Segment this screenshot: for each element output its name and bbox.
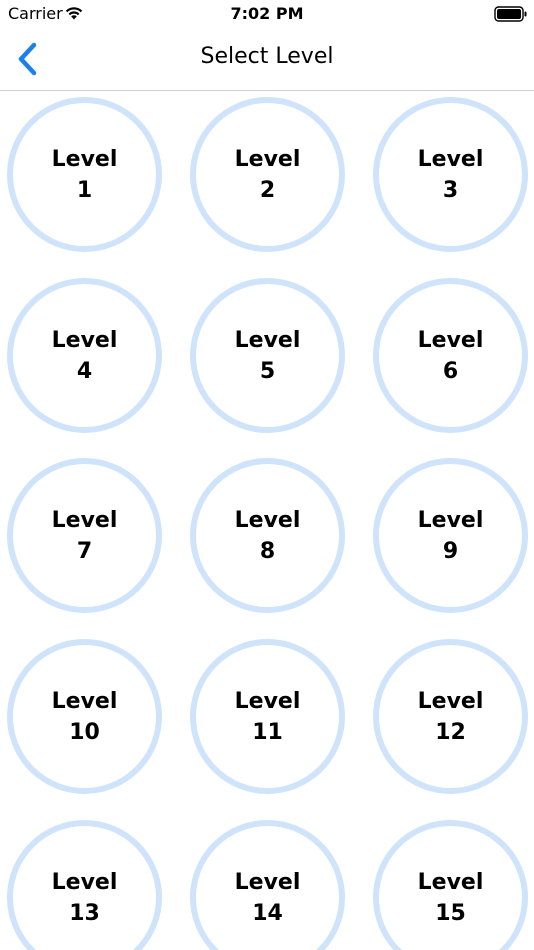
level-number: 6 xyxy=(442,358,459,384)
level-button-7[interactable]: Level 7 xyxy=(7,458,162,613)
level-number: 12 xyxy=(435,719,466,745)
level-label: Level xyxy=(417,869,484,895)
level-button-15[interactable]: Level 15 xyxy=(373,820,528,950)
level-button-13[interactable]: Level 13 xyxy=(7,820,162,950)
level-button-1[interactable]: Level 1 xyxy=(7,97,162,252)
level-number: 4 xyxy=(76,358,93,384)
level-number: 5 xyxy=(259,358,276,384)
level-label: Level xyxy=(51,688,118,714)
level-button-12[interactable]: Level 12 xyxy=(373,639,528,794)
level-number: 15 xyxy=(435,900,466,926)
level-label: Level xyxy=(234,327,301,353)
level-button-4[interactable]: Level 4 xyxy=(7,278,162,433)
level-number: 10 xyxy=(69,719,100,745)
level-label: Level xyxy=(51,327,118,353)
level-label: Level xyxy=(51,507,118,533)
level-number: 9 xyxy=(442,538,459,564)
level-button-2[interactable]: Level 2 xyxy=(190,97,345,252)
level-number: 2 xyxy=(259,177,276,203)
level-label: Level xyxy=(234,146,301,172)
level-number: 13 xyxy=(69,900,100,926)
battery-icon xyxy=(494,6,528,22)
level-button-9[interactable]: Level 9 xyxy=(373,458,528,613)
level-label: Level xyxy=(417,327,484,353)
level-number: 7 xyxy=(76,538,93,564)
level-number: 11 xyxy=(252,719,283,745)
level-number: 8 xyxy=(259,538,276,564)
navigation-bar: Select Level xyxy=(0,28,534,91)
level-button-10[interactable]: Level 10 xyxy=(7,639,162,794)
status-time: 7:02 PM xyxy=(230,4,304,23)
level-label: Level xyxy=(417,507,484,533)
level-number: 1 xyxy=(76,177,93,203)
level-label: Level xyxy=(51,869,118,895)
level-label: Level xyxy=(51,146,118,172)
page-title: Select Level xyxy=(200,44,334,69)
level-label: Level xyxy=(417,688,484,714)
level-button-6[interactable]: Level 6 xyxy=(373,278,528,433)
level-button-11[interactable]: Level 11 xyxy=(190,639,345,794)
level-label: Level xyxy=(234,869,301,895)
status-bar: Carrier 7:02 PM xyxy=(0,0,534,28)
level-button-14[interactable]: Level 14 xyxy=(190,820,345,950)
level-label: Level xyxy=(234,688,301,714)
level-label: Level xyxy=(234,507,301,533)
level-button-3[interactable]: Level 3 xyxy=(373,97,528,252)
level-number: 14 xyxy=(252,900,283,926)
level-button-8[interactable]: Level 8 xyxy=(190,458,345,613)
level-label: Level xyxy=(417,146,484,172)
level-grid: Level 1 Level 2 Level 3 Level 4 Level 5 … xyxy=(0,91,534,950)
level-button-5[interactable]: Level 5 xyxy=(190,278,345,433)
level-number: 3 xyxy=(442,177,459,203)
